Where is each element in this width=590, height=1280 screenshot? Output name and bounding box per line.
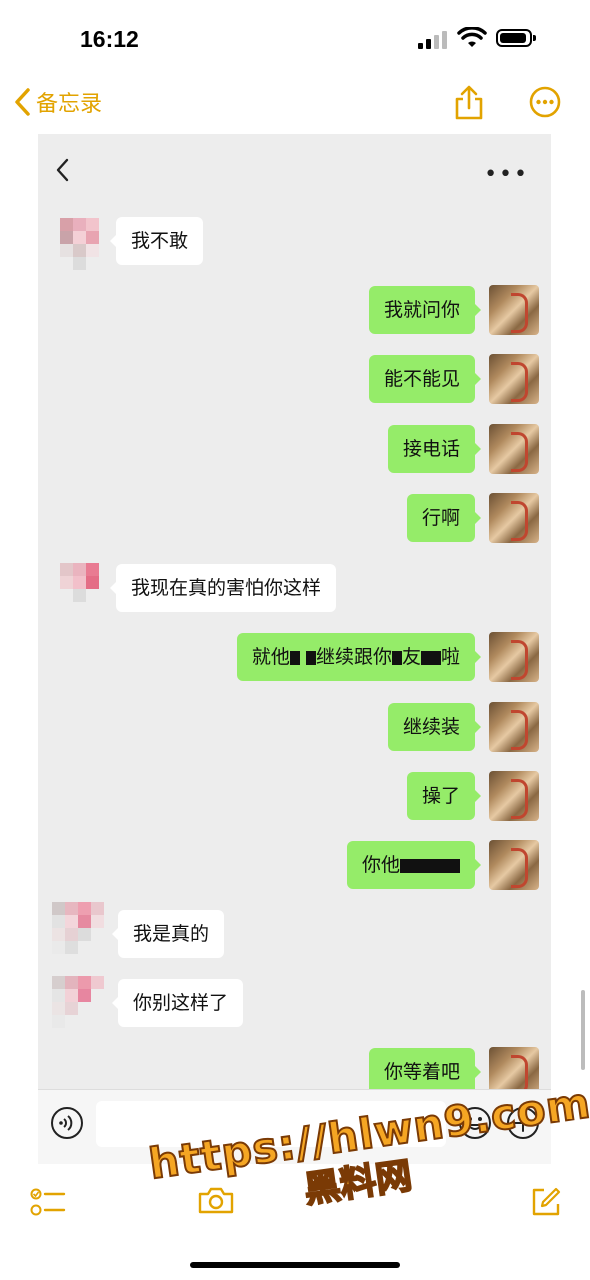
message-outgoing: 接电话 bbox=[387, 424, 482, 474]
message-bubble: 就他 继续跟你友啦 bbox=[236, 633, 482, 681]
user-avatar bbox=[489, 493, 539, 543]
redaction-mark bbox=[440, 858, 450, 873]
message-incoming: 你别这样了 bbox=[111, 978, 244, 1028]
message-text-part: 继续跟你 bbox=[315, 646, 392, 668]
checklist-icon[interactable] bbox=[30, 1186, 66, 1218]
chat-header: ••• bbox=[38, 134, 551, 204]
redaction-mark bbox=[410, 858, 420, 873]
message-outgoing: 操了 bbox=[406, 771, 482, 821]
message-incoming: 我不敢 bbox=[109, 216, 204, 266]
ellipsis-icon[interactable]: ••• bbox=[484, 162, 529, 187]
message-outgoing: 行啊 bbox=[406, 493, 482, 543]
message-outgoing: 你他 bbox=[346, 840, 482, 890]
message-text-part: 啦 bbox=[440, 646, 460, 668]
compose-icon[interactable] bbox=[530, 1186, 562, 1218]
back-label: 备忘录 bbox=[36, 92, 103, 117]
battery-icon bbox=[496, 29, 536, 47]
more-circle-icon[interactable] bbox=[529, 86, 561, 118]
home-indicator[interactable] bbox=[190, 1262, 400, 1268]
message-bubble: 我不敢 bbox=[109, 217, 204, 265]
scrollbar[interactable] bbox=[581, 990, 585, 1070]
message-text-part: 友 bbox=[401, 646, 421, 668]
message-bubble: 你别这样了 bbox=[111, 979, 244, 1027]
user-avatar bbox=[489, 632, 539, 682]
contact-avatar bbox=[52, 976, 106, 1030]
message-incoming: 我现在真的害怕你这样 bbox=[109, 563, 337, 613]
message-bubble: 继续装 bbox=[387, 703, 482, 751]
contact-avatar bbox=[60, 218, 104, 272]
message-outgoing: 能不能见 bbox=[368, 354, 482, 404]
message-bubble: 你他 bbox=[346, 841, 482, 889]
contact-avatar bbox=[52, 902, 106, 962]
redaction-mark bbox=[450, 858, 460, 873]
voice-icon[interactable] bbox=[50, 1106, 84, 1140]
user-avatar bbox=[489, 354, 539, 404]
user-avatar bbox=[489, 771, 539, 821]
message-text-part: 你他 bbox=[361, 854, 400, 876]
message-bubble: 能不能见 bbox=[368, 355, 482, 403]
wifi-icon bbox=[457, 27, 487, 47]
message-bubble: 我现在真的害怕你这样 bbox=[109, 564, 337, 612]
redaction-mark bbox=[430, 858, 440, 873]
redaction-mark bbox=[305, 650, 316, 665]
message-text-part: 就他 bbox=[251, 646, 290, 668]
chat-input-bar bbox=[38, 1089, 551, 1164]
chevron-left-icon bbox=[15, 88, 30, 116]
user-avatar bbox=[489, 424, 539, 474]
chevron-left-icon[interactable] bbox=[56, 158, 70, 182]
status-bar: 16:12 bbox=[0, 0, 590, 80]
redaction-mark bbox=[391, 650, 402, 665]
message-bubble: 接电话 bbox=[387, 425, 482, 473]
chat-screenshot: ••• 我不敢 我就问你 能不能见 接电话 行啊 我现在真的害怕你这样 就他 继… bbox=[38, 134, 551, 1164]
user-avatar bbox=[489, 285, 539, 335]
message-outgoing: 继续装 bbox=[387, 702, 482, 752]
message-bubble: 操了 bbox=[406, 772, 482, 820]
share-icon[interactable] bbox=[454, 84, 484, 122]
message-incoming: 我是真的 bbox=[111, 909, 225, 959]
redaction-mark bbox=[420, 650, 431, 665]
redaction-mark bbox=[420, 858, 430, 873]
user-avatar bbox=[489, 702, 539, 752]
emoji-icon[interactable] bbox=[458, 1106, 492, 1140]
message-outgoing: 就他 继续跟你友啦 bbox=[236, 632, 482, 682]
redaction-mark bbox=[400, 858, 410, 873]
message-bubble: 行啊 bbox=[406, 494, 482, 542]
plus-icon[interactable] bbox=[506, 1106, 540, 1140]
message-bubble: 我就问你 bbox=[368, 286, 482, 334]
cellular-signal-icon bbox=[418, 31, 447, 49]
back-button[interactable]: 备忘录 bbox=[14, 86, 102, 118]
camera-icon[interactable] bbox=[196, 1184, 236, 1216]
redaction-mark bbox=[289, 650, 300, 665]
message-bubble: 我是真的 bbox=[111, 910, 225, 958]
status-time: 16:12 bbox=[80, 26, 139, 52]
notes-nav-bar: 备忘录 bbox=[0, 80, 590, 134]
redaction-mark bbox=[430, 650, 441, 665]
message-input[interactable] bbox=[96, 1101, 446, 1147]
user-avatar bbox=[489, 840, 539, 890]
notes-toolbar bbox=[0, 1170, 590, 1240]
message-outgoing: 我就问你 bbox=[368, 285, 482, 335]
contact-avatar bbox=[60, 563, 104, 617]
